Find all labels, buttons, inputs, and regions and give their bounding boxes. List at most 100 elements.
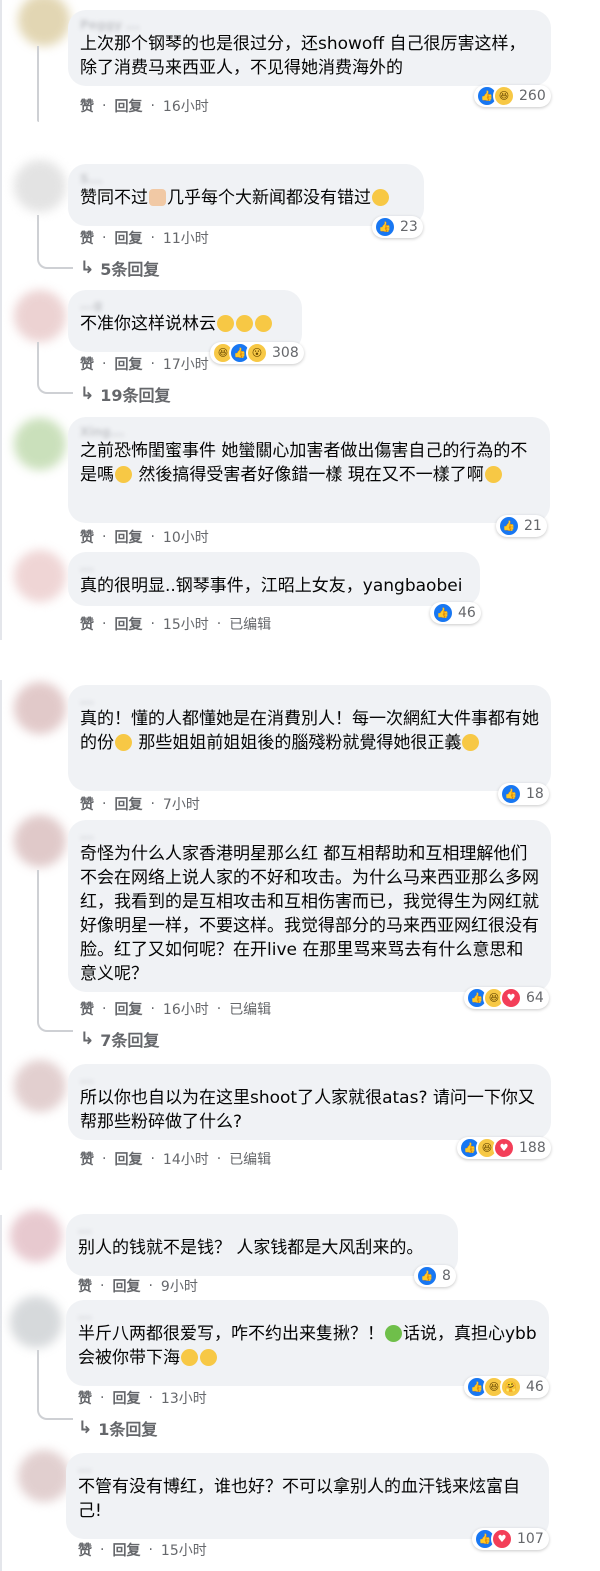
author-name[interactable]: ... bbox=[80, 693, 539, 707]
author-name[interactable]: Xing... bbox=[80, 425, 538, 439]
like-button[interactable]: 赞 bbox=[78, 1540, 92, 1560]
timestamp[interactable]: 14小时 bbox=[163, 1149, 209, 1169]
reaction-count: 8 bbox=[442, 1268, 451, 1284]
sad-face-emoji-icon bbox=[115, 466, 132, 483]
reply-button[interactable]: 回复 bbox=[114, 999, 142, 1019]
like-button[interactable]: 赞 bbox=[80, 228, 94, 248]
author-name[interactable]: S... bbox=[80, 172, 412, 186]
reply-button[interactable]: 回复 bbox=[114, 96, 142, 116]
avatar[interactable] bbox=[14, 682, 66, 734]
reaction-summary[interactable]: 👍 21 bbox=[496, 515, 547, 537]
author-name[interactable]: ... bbox=[78, 1308, 537, 1322]
author-name[interactable]: ... bbox=[78, 1461, 537, 1475]
edited-label[interactable]: 已编辑 bbox=[229, 614, 271, 634]
avatar[interactable] bbox=[14, 550, 66, 602]
timestamp[interactable]: 7小时 bbox=[163, 794, 200, 814]
comment-bubble: ... 所以你也自以为在这里shoot了人家就很atas? 请问一下你又帮那些粉… bbox=[68, 1064, 551, 1140]
love-reaction-icon: ♥ bbox=[493, 1137, 515, 1159]
reply-button[interactable]: 回复 bbox=[114, 354, 142, 374]
like-button[interactable]: 赞 bbox=[80, 614, 94, 634]
reply-button[interactable]: 回复 bbox=[112, 1388, 140, 1408]
avatar[interactable] bbox=[14, 160, 66, 212]
timestamp[interactable]: 15小时 bbox=[163, 614, 209, 634]
reaction-count: 18 bbox=[526, 786, 544, 802]
reaction-summary[interactable]: 👍 23 bbox=[372, 216, 423, 238]
reply-button[interactable]: 回复 bbox=[112, 1540, 140, 1560]
reaction-summary[interactable]: 👍 8 bbox=[414, 1265, 456, 1287]
reaction-summary[interactable]: 😆 👍 😮 308 bbox=[210, 342, 304, 364]
reaction-summary[interactable]: 👍 😆 260 bbox=[474, 85, 551, 107]
comment-actions: 赞 · 回复 · 9小时 bbox=[78, 1276, 198, 1296]
author-name[interactable]: Peggy ... bbox=[80, 18, 539, 32]
edited-label[interactable]: 已编辑 bbox=[229, 1149, 271, 1169]
author-name[interactable]: ... bbox=[80, 1072, 539, 1086]
reaction-summary[interactable]: 👍 46 bbox=[430, 602, 481, 624]
reaction-summary[interactable]: 👍 18 bbox=[498, 783, 549, 805]
reply-button[interactable]: 回复 bbox=[112, 1276, 140, 1296]
view-replies-link[interactable]: ↳ 7条回复 bbox=[80, 1027, 159, 1051]
left-divider bbox=[0, 1215, 2, 1571]
reply-button[interactable]: 回复 bbox=[114, 794, 142, 814]
avatar[interactable] bbox=[18, 0, 70, 46]
timestamp[interactable]: 9小时 bbox=[161, 1276, 198, 1296]
left-divider bbox=[0, 0, 2, 640]
avatar[interactable] bbox=[10, 1210, 62, 1262]
comment-bubble: ... 别人的钱就不是钱？ 人家钱都是大风刮来的。 bbox=[66, 1214, 458, 1276]
like-button[interactable]: 赞 bbox=[80, 96, 94, 116]
author-name[interactable]: ...g bbox=[80, 298, 290, 312]
author-name[interactable]: ... bbox=[80, 828, 539, 842]
thread-line bbox=[37, 342, 73, 394]
comment-bubble: ... 半斤八两都很爱写，咋不约出来隻揪？！ 话说，真担心ybb会被你带下海 bbox=[66, 1300, 549, 1386]
tears-of-joy-emoji-icon bbox=[484, 466, 502, 483]
reaction-summary[interactable]: 👍 😆 🤗 46 bbox=[464, 1376, 549, 1398]
avatar[interactable] bbox=[14, 418, 66, 470]
nauseated-face-emoji-icon bbox=[385, 1325, 402, 1342]
timestamp[interactable]: 10小时 bbox=[163, 527, 209, 547]
reaction-summary[interactable]: 👍 😆 ♥ 188 bbox=[457, 1137, 551, 1159]
reaction-count: 64 bbox=[526, 990, 544, 1006]
timestamp[interactable]: 11小时 bbox=[163, 228, 209, 248]
comment-actions: 赞 · 回复 · 13小时 bbox=[78, 1388, 207, 1408]
reply-button[interactable]: 回复 bbox=[114, 228, 142, 248]
like-button[interactable]: 赞 bbox=[80, 354, 94, 374]
author-name[interactable]: ... bbox=[80, 560, 468, 574]
timestamp[interactable]: 16小时 bbox=[163, 96, 209, 116]
reply-button[interactable]: 回复 bbox=[114, 527, 142, 547]
view-replies-link[interactable]: ↳ 19条回复 bbox=[80, 382, 171, 406]
timestamp[interactable]: 17小时 bbox=[163, 354, 209, 374]
reply-button[interactable]: 回复 bbox=[114, 1149, 142, 1169]
comment-text: 不管有没有博红，谁也好？不可以拿别人的血汗钱来炫富自己! bbox=[78, 1477, 520, 1521]
avatar[interactable] bbox=[10, 1296, 62, 1348]
comment-actions: 赞 · 回复 · 10小时 bbox=[80, 527, 209, 547]
thread-line bbox=[37, 46, 39, 122]
like-button[interactable]: 赞 bbox=[78, 1276, 92, 1296]
avatar[interactable] bbox=[14, 815, 66, 867]
edited-label[interactable]: 已编辑 bbox=[229, 999, 271, 1019]
reaction-count: 46 bbox=[458, 605, 476, 621]
tears-of-joy-emoji-icon bbox=[236, 315, 253, 332]
haha-reaction-icon: 😆 bbox=[493, 85, 515, 107]
like-button[interactable]: 赞 bbox=[80, 999, 94, 1019]
reaction-summary[interactable]: 👍 😆 ♥ 64 bbox=[464, 987, 549, 1009]
avatar[interactable] bbox=[14, 290, 66, 342]
reaction-count: 23 bbox=[400, 219, 418, 235]
comment-text: 真的！懂的人都懂她是在消費別人！每一次網紅大件事都有她的份 那些姐姐前姐姐後的腦… bbox=[80, 709, 539, 753]
author-name[interactable]: ... bbox=[78, 1222, 446, 1236]
avatar[interactable] bbox=[18, 1450, 70, 1502]
avatar[interactable] bbox=[14, 1060, 66, 1112]
comment-bubble: Xing... 之前恐怖閨蜜事件 她蠻關心加害者做出傷害自己的行為的不是嗎 然後… bbox=[68, 417, 550, 523]
view-replies-link[interactable]: ↳ 1条回复 bbox=[78, 1416, 157, 1440]
timestamp[interactable]: 13小时 bbox=[161, 1388, 207, 1408]
like-button[interactable]: 赞 bbox=[78, 1388, 92, 1408]
like-button[interactable]: 赞 bbox=[80, 1149, 94, 1169]
timestamp[interactable]: 16小时 bbox=[163, 999, 209, 1019]
smile-emoji-icon bbox=[115, 734, 132, 751]
like-reaction-icon: 👍 bbox=[500, 783, 522, 805]
reply-button[interactable]: 回复 bbox=[114, 614, 142, 634]
view-replies-link[interactable]: ↳ 5条回复 bbox=[80, 256, 159, 280]
like-button[interactable]: 赞 bbox=[80, 794, 94, 814]
like-button[interactable]: 赞 bbox=[80, 527, 94, 547]
timestamp[interactable]: 15小时 bbox=[161, 1540, 207, 1560]
like-reaction-icon: 👍 bbox=[374, 216, 396, 238]
reaction-summary[interactable]: 👍 ♥ 107 bbox=[472, 1528, 549, 1550]
